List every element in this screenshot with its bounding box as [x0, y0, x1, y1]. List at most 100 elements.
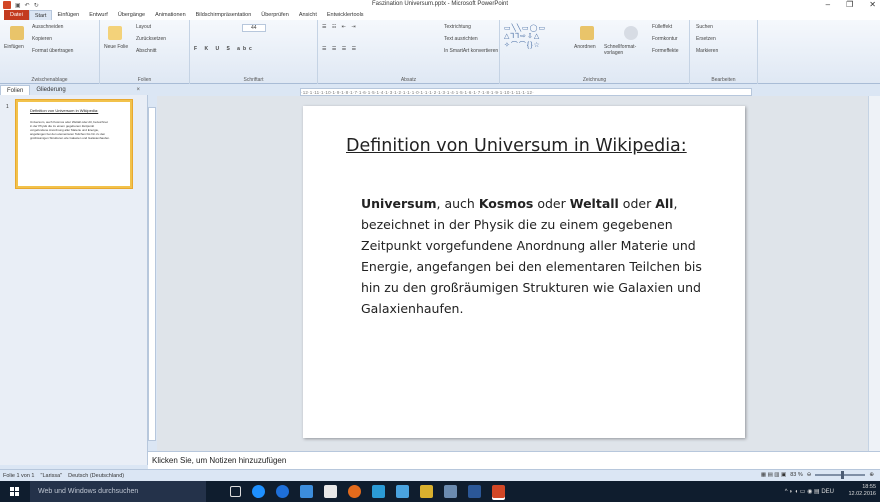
- shape-effects-button[interactable]: Formeffekte: [652, 48, 679, 54]
- app-icon-4[interactable]: [444, 485, 457, 498]
- align-buttons[interactable]: ☰ ☰ ☰ ☰: [322, 46, 358, 52]
- tab-insert[interactable]: Einfügen: [52, 10, 84, 20]
- zoom-slider-knob[interactable]: [841, 471, 845, 479]
- tab-slides-panel[interactable]: Folien: [0, 85, 31, 95]
- clipboard-label: Zwischenablage: [31, 77, 68, 83]
- shapes-gallery[interactable]: ▭╲╲▭◯▭ △⅂⅂⇨⇩△ ✧⌒⌒{}☆: [504, 24, 546, 50]
- section-button[interactable]: Abschnitt: [136, 48, 157, 54]
- horizontal-ruler: ·12·1·11·1·10·1·9·1·8·1·7·1·6·1·5·1·4·1·…: [300, 88, 752, 96]
- tab-developer[interactable]: Entwicklertools: [322, 10, 369, 20]
- app-icon-1[interactable]: [372, 485, 385, 498]
- new-slide-button[interactable]: Neue Folie: [104, 44, 130, 50]
- clock-date: 12.02.2016: [848, 491, 876, 497]
- explorer-icon[interactable]: [300, 485, 313, 498]
- vertical-scrollbar[interactable]: [868, 96, 880, 451]
- tab-review[interactable]: Überprüfen: [256, 10, 294, 20]
- font-style-buttons[interactable]: F K U S abc: [194, 46, 255, 52]
- layout-button[interactable]: Layout: [136, 24, 151, 30]
- firefox-icon[interactable]: [348, 485, 361, 498]
- zoom-slider[interactable]: [815, 471, 866, 479]
- slide-title[interactable]: Definition von Universum in Wikipedia:: [346, 136, 687, 156]
- view-buttons[interactable]: ▦ ▤ ▥ ▣: [761, 472, 786, 478]
- arrange-icon[interactable]: [580, 26, 594, 40]
- slide-number: 1: [6, 104, 9, 110]
- taskbar-apps: [230, 485, 505, 498]
- editing-group-label: Bearbeiten: [711, 77, 736, 83]
- slide-body-bold-term: Universum: [361, 196, 437, 211]
- powerpoint-window: ▣ ↶ ↻ Faszination Universum.pptx - Micro…: [0, 0, 880, 502]
- slide-body-text-run: , auch: [436, 196, 479, 211]
- clock-time: 18:55: [862, 484, 876, 490]
- shape-fill-button[interactable]: Fülleffekt: [652, 24, 672, 30]
- quick-styles-button[interactable]: Schnellformat-vorlagen: [604, 44, 648, 56]
- select-button[interactable]: Markieren: [696, 48, 718, 54]
- zoom-level[interactable]: 83 %: [790, 472, 803, 478]
- slide-body-text-run: oder: [618, 196, 656, 211]
- paragraph-group-label: Absatz: [400, 77, 417, 83]
- zoom-control: ▦ ▤ ▥ ▣ 83 % ⊖ ⊕: [761, 471, 874, 479]
- restore-button[interactable]: ❐: [846, 0, 853, 9]
- taskbar-search[interactable]: Web und Windows durchsuchen: [30, 481, 206, 502]
- tab-file[interactable]: Datei: [4, 10, 29, 20]
- ribbon-tabs: Datei Start Einfügen Entwurf Übergänge A…: [0, 10, 880, 20]
- minimize-button[interactable]: –: [826, 0, 830, 9]
- clipboard-group: Einfügen Ausschneiden Kopieren Format üb…: [0, 20, 100, 84]
- windows-start-icon[interactable]: [10, 487, 20, 497]
- tab-slideshow[interactable]: Bildschirmpräsentation: [191, 10, 257, 20]
- window-title: Faszination Universum.pptx - Microsoft P…: [371, 1, 509, 7]
- language-status[interactable]: Deutsch (Deutschland): [68, 473, 124, 479]
- app-icon-3[interactable]: [420, 485, 433, 498]
- reset-button[interactable]: Zurücksetzen: [136, 36, 166, 42]
- input-language[interactable]: DEU: [821, 489, 834, 495]
- list-buttons[interactable]: ☰ ☷ ⇤ ⇥: [322, 24, 358, 30]
- slide[interactable]: Definition von Universum in Wikipedia: U…: [303, 106, 745, 438]
- slides-group: Neue Folie Layout Zurücksetzen Abschnitt…: [100, 20, 190, 84]
- arrange-button[interactable]: Anordnen: [574, 44, 596, 50]
- align-text-button[interactable]: Text ausrichten: [444, 36, 478, 42]
- powerpoint-taskbar-icon[interactable]: [492, 485, 505, 498]
- tab-outline-panel[interactable]: Gliederung: [30, 85, 71, 95]
- edge-icon[interactable]: [252, 485, 265, 498]
- find-button[interactable]: Suchen: [696, 24, 713, 30]
- theme-name: "Larissa": [40, 472, 63, 479]
- quick-styles-icon[interactable]: [624, 26, 638, 40]
- slide-body-bold-term: Kosmos: [478, 196, 534, 211]
- font-size-box[interactable]: 44: [242, 24, 266, 32]
- tab-design[interactable]: Entwurf: [84, 10, 113, 20]
- editing-group: Suchen Ersetzen Markieren Bearbeiten: [690, 20, 758, 84]
- drawing-group: ▭╲╲▭◯▭ △⅂⅂⇨⇩△ ✧⌒⌒{}☆ Anordnen Schnellforma…: [500, 20, 690, 84]
- format-painter-button[interactable]: Format übertragen: [32, 48, 73, 54]
- slide-body-text[interactable]: Universum, auch Kosmos oder Weltall oder…: [361, 193, 711, 319]
- shape-outline-button[interactable]: Formkontur: [652, 36, 678, 42]
- slide-body-text-run: , bezeichnet in der Physik die zu einem …: [361, 196, 702, 316]
- task-view-icon[interactable]: [230, 486, 241, 497]
- store-icon[interactable]: [324, 485, 337, 498]
- paste-icon[interactable]: [10, 26, 24, 40]
- tab-transitions[interactable]: Übergänge: [113, 10, 150, 20]
- zoom-out-icon[interactable]: ⊖: [807, 472, 812, 478]
- zoom-in-icon[interactable]: ⊕: [869, 472, 874, 478]
- notes-field[interactable]: Klicken Sie, um Notizen hinzuzufügen: [148, 451, 880, 469]
- internet-explorer-icon[interactable]: [276, 485, 289, 498]
- close-button[interactable]: ✕: [869, 0, 876, 9]
- status-bar: Folie 1 von 1 "Larissa" Deutsch (Deutsch…: [0, 469, 880, 481]
- word-icon[interactable]: [468, 485, 481, 498]
- slide-thumbnail[interactable]: Definition von Universum in Wikipedia: U…: [16, 100, 132, 188]
- tab-animations[interactable]: Animationen: [150, 10, 191, 20]
- new-slide-icon[interactable]: [108, 26, 122, 40]
- tab-start[interactable]: Start: [28, 10, 53, 20]
- close-panel-icon[interactable]: ×: [136, 87, 140, 93]
- clock[interactable]: 18:55 12.02.2016: [848, 484, 876, 498]
- smartart-button[interactable]: In SmartArt konvertieren: [444, 48, 498, 54]
- tab-view[interactable]: Ansicht: [294, 10, 322, 20]
- system-tray[interactable]: ^ ◗ ◖ ▭ ◉ ▤ DEU: [785, 488, 834, 495]
- app-icon-2[interactable]: [396, 485, 409, 498]
- paste-button[interactable]: Einfügen: [4, 44, 24, 50]
- copy-button[interactable]: Kopieren: [32, 36, 52, 42]
- thumbnail-body: Universum, auch Kosmos oder Weltall oder…: [30, 120, 110, 140]
- paragraph-group: ☰ ☷ ⇤ ⇥ ☰ ☰ ☰ ☰ Textrichtung Text ausric…: [318, 20, 500, 84]
- cut-button[interactable]: Ausschneiden: [32, 24, 63, 30]
- replace-button[interactable]: Ersetzen: [696, 36, 716, 42]
- slides-group-label: Folien: [137, 77, 152, 83]
- text-direction-button[interactable]: Textrichtung: [444, 24, 471, 30]
